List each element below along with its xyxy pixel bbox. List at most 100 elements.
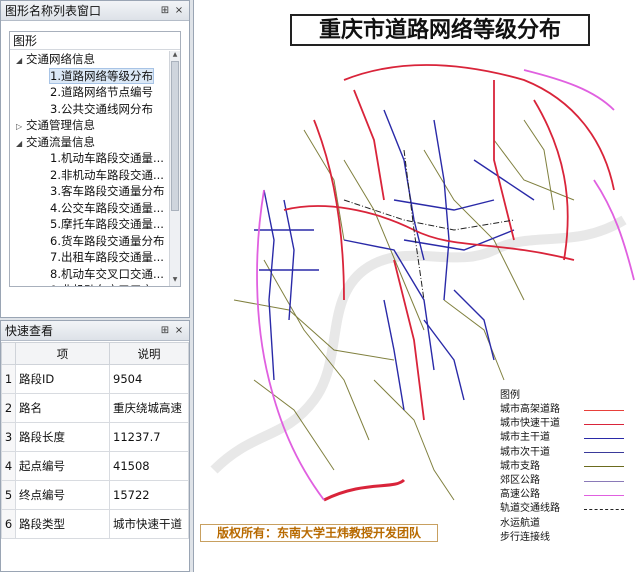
pin-icon[interactable]: ⊞	[159, 5, 171, 16]
legend-item: 水运航道	[494, 517, 636, 531]
property-value[interactable]: 11237.7	[109, 422, 189, 452]
legend-item: 城市主干道	[494, 431, 636, 445]
collapse-arrow-icon[interactable]: ◢	[16, 136, 26, 151]
legend-item: 郊区公路	[494, 474, 636, 488]
property-value[interactable]: 城市快速干道	[109, 509, 189, 539]
legend-item: 轨道交通线路	[494, 502, 636, 516]
tree-item[interactable]: 4.公交车路段交通量...	[10, 200, 170, 217]
grid-row[interactable]: 5 终点编号 15722	[1, 480, 189, 510]
close-icon[interactable]: ×	[173, 5, 185, 16]
legend-item: 高速公路	[494, 488, 636, 502]
legend-item: 城市快速干道	[494, 417, 636, 431]
copyright-label: 版权所有：东南大学王炜教授开发团队	[200, 524, 438, 542]
scroll-down-icon[interactable]: ▼	[170, 276, 180, 286]
legend-label: 水运航道	[500, 517, 540, 529]
tree-item-label: 3.公共交通线网分布	[50, 101, 153, 116]
grid-row[interactable]: 4 起点编号 41508	[1, 451, 189, 481]
row-number: 2	[1, 393, 16, 423]
grid-row[interactable]: 1 路段ID 9504	[1, 364, 189, 394]
tree-item-label: 1.机动车路段交通量...	[50, 151, 164, 165]
quick-view-panel-title: 快速查看	[5, 324, 54, 338]
grid-row[interactable]: 6 路段类型 城市快速干道	[1, 509, 189, 539]
tree-item-label: 交通管理信息	[26, 118, 95, 132]
row-number: 5	[1, 480, 16, 510]
legend-swatch	[584, 452, 624, 454]
tree-item-label: 4.公交车路段交通量...	[50, 200, 164, 215]
tree-group-item[interactable]: ▷ 交通管理信息	[10, 117, 170, 134]
legend-label: 郊区公路	[500, 474, 540, 486]
tree-item-label: 2.道路网络节点编号	[50, 85, 153, 99]
tree-item-label: 9.非机动车交叉口交...	[50, 283, 164, 286]
grid-row[interactable]: 2 路名 重庆绕城高速	[1, 393, 189, 423]
tree-item-label: 7.出租车路段交通量...	[50, 250, 164, 264]
quick-view-panel-titlebar: 快速查看 ⊞ ×	[1, 321, 189, 341]
map-title: 重庆市道路网络等级分布	[290, 14, 590, 46]
quick-view-panel: 快速查看 ⊞ × 项 说明 1 路段ID 9504 2 路名 重庆绕城高速 3 路段长度 112…	[0, 320, 190, 572]
tree-group-item[interactable]: ◢ 交通流量信息	[10, 134, 170, 151]
scroll-up-icon[interactable]: ▲	[170, 51, 180, 61]
legend-label: 轨道交通线路	[500, 503, 560, 515]
tree-item[interactable]: 3.客车路段交通量分布	[10, 183, 170, 200]
map-view[interactable]: 重庆市道路网络等级分布 图例 城市高架道路 城市快速干道 城市主干道 城市次干道城市支…	[193, 0, 640, 572]
collapse-arrow-icon[interactable]: ◢	[16, 53, 26, 68]
property-name: 路段ID	[15, 364, 110, 394]
property-name: 路段长度	[15, 422, 110, 452]
tree-item[interactable]: 2.道路网络节点编号	[10, 84, 170, 101]
tree-scrollbar[interactable]: ▲ ▼	[169, 51, 180, 286]
legend-item: 城市次干道	[494, 446, 636, 460]
tree-item-label: 交通网络信息	[26, 52, 95, 66]
tree-item-label: 3.客车路段交通量分布	[50, 184, 165, 198]
tree-item-label: 1.道路网络等级分布	[49, 67, 154, 84]
column-header-item[interactable]: 项	[15, 342, 110, 365]
property-name: 路段类型	[15, 509, 110, 539]
legend-label: 城市高架道路	[500, 404, 560, 415]
expand-arrow-icon[interactable]: ▷	[16, 119, 26, 134]
property-name: 终点编号	[15, 480, 110, 510]
row-number: 6	[1, 509, 16, 539]
row-number: 1	[1, 364, 16, 394]
property-value[interactable]: 9504	[109, 364, 189, 394]
property-name: 路名	[15, 393, 110, 423]
tree-item[interactable]: 6.货车路段交通量分布	[10, 233, 170, 250]
property-value[interactable]: 15722	[109, 480, 189, 510]
legend-swatch	[584, 437, 624, 439]
tree-item-label: 5.摩托车路段交通量...	[50, 217, 164, 231]
pin-icon[interactable]: ⊞	[159, 325, 171, 336]
tree-item[interactable]: 5.摩托车路段交通量...	[10, 216, 170, 233]
tree-item[interactable]: 1.机动车路段交通量...	[10, 150, 170, 167]
legend-swatch	[584, 508, 624, 510]
graphic-list-panel-titlebar: 图形名称列表窗口 ⊞ ×	[1, 1, 189, 21]
scroll-thumb[interactable]	[171, 61, 179, 211]
map-legend: 图例 城市高架道路 城市快速干道 城市主干道 城市次干道城市支路郊区公路高速公路轨道交…	[494, 388, 636, 545]
tree-item[interactable]: 7.出租车路段交通量...	[10, 249, 170, 266]
legend-item: 城市高架道路	[494, 403, 636, 417]
legend-label: 城市支路	[500, 460, 540, 472]
tree-item-label: 6.货车路段交通量分布	[50, 233, 165, 248]
legend-label: 城市次干道	[500, 446, 550, 458]
legend-label: 城市快速干道	[500, 418, 560, 430]
property-value[interactable]: 重庆绕城高速	[109, 393, 189, 423]
tree-item[interactable]: 1.道路网络等级分布	[10, 67, 170, 85]
legend-swatch	[584, 480, 624, 482]
graphic-list-panel-title: 图形名称列表窗口	[5, 4, 102, 18]
tree-item[interactable]: 3.公共交通线网分布	[10, 101, 170, 118]
tree-item[interactable]: 8.机动车交叉口交通...	[10, 266, 170, 283]
grid-row[interactable]: 3 路段长度 11237.7	[1, 422, 189, 452]
legend-item: 城市支路	[494, 460, 636, 474]
legend-item: 步行连接线	[494, 531, 636, 545]
tree-group-item[interactable]: ◢ 交通网络信息	[10, 51, 170, 68]
close-icon[interactable]: ×	[173, 325, 185, 336]
legend-label: 高速公路	[500, 489, 540, 501]
column-header-desc[interactable]: 说明	[109, 342, 189, 365]
grid-corner	[1, 342, 16, 365]
property-grid: 项 说明 1 路段ID 9504 2 路名 重庆绕城高速 3 路段长度 11237.7 4 起点编号…	[1, 342, 189, 539]
property-name: 起点编号	[15, 451, 110, 481]
legend-swatch	[584, 494, 624, 496]
tree-item[interactable]: 2.非机动车路段交通...	[10, 167, 170, 184]
property-value[interactable]: 41508	[109, 451, 189, 481]
legend-title: 图例	[500, 390, 520, 401]
app-window: 图形名称列表窗口 ⊞ × 图形 ◢ 交通网络信息 1.道路网络等级分布 2.道路网络节…	[0, 0, 640, 572]
tree-item[interactable]: 9.非机动车交叉口交...	[10, 282, 170, 286]
legend-swatch	[584, 409, 624, 411]
legend-label: 步行连接线	[500, 531, 550, 543]
